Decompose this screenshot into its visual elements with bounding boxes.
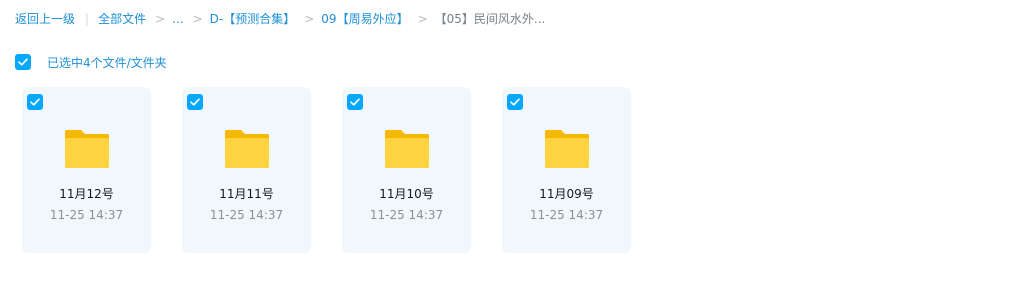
- breadcrumb: 返回上一级 | 全部文件 > ... > D-【预测合集】 > 09【周易外应】…: [15, 10, 545, 28]
- folder-modified-time: 11-25 14:37: [529, 208, 604, 222]
- file-browser: 返回上一级 | 全部文件 > ... > D-【预测合集】 > 09【周易外应】…: [0, 0, 1021, 294]
- selection-bar: 已选中4个文件/文件夹: [15, 53, 167, 71]
- chevron-right-icon: >: [192, 12, 203, 26]
- folder-icon: [225, 130, 269, 168]
- folder-icon: [65, 130, 109, 168]
- check-icon: [18, 58, 28, 66]
- folder-modified-time: 11-25 14:37: [209, 208, 284, 222]
- folder-card[interactable]: 11月10号 11-25 14:37: [342, 87, 471, 253]
- breadcrumb-item-all-files[interactable]: 全部文件: [98, 10, 146, 28]
- chevron-right-icon: >: [304, 12, 315, 26]
- check-icon: [30, 98, 40, 106]
- selection-count-label: 已选中4个文件/文件夹: [47, 55, 167, 70]
- breadcrumb-item-d-collection[interactable]: D-【预测合集】: [210, 10, 296, 28]
- breadcrumb-divider: |: [85, 12, 90, 26]
- breadcrumb-item-09[interactable]: 09【周易外应】: [321, 10, 408, 28]
- chevron-right-icon: >: [417, 12, 428, 26]
- folder-name[interactable]: 11月12号: [22, 186, 151, 202]
- chevron-right-icon: >: [155, 12, 166, 26]
- folder-checkbox[interactable]: [187, 94, 203, 110]
- folder-checkbox[interactable]: [347, 94, 363, 110]
- file-grid: 11月12号 11-25 14:37 11月11号 11-25 14:37 11…: [22, 87, 662, 253]
- folder-icon: [385, 130, 429, 168]
- folder-name[interactable]: 11月09号: [502, 186, 631, 202]
- folder-checkbox[interactable]: [27, 94, 43, 110]
- folder-card[interactable]: 11月12号 11-25 14:37: [22, 87, 151, 253]
- folder-checkbox[interactable]: [507, 94, 523, 110]
- folder-card[interactable]: 11月11号 11-25 14:37: [182, 87, 311, 253]
- select-all-checkbox[interactable]: [15, 54, 31, 70]
- folder-name[interactable]: 11月10号: [342, 186, 471, 202]
- check-icon: [510, 98, 520, 106]
- back-link[interactable]: 返回上一级: [15, 10, 75, 28]
- breadcrumb-item-ellipsis[interactable]: ...: [172, 10, 183, 28]
- folder-name[interactable]: 11月11号: [182, 186, 311, 202]
- check-icon: [190, 98, 200, 106]
- check-icon: [350, 98, 360, 106]
- folder-icon: [545, 130, 589, 168]
- folder-card[interactable]: 11月09号 11-25 14:37: [502, 87, 631, 253]
- folder-modified-time: 11-25 14:37: [369, 208, 444, 222]
- folder-modified-time: 11-25 14:37: [49, 208, 124, 222]
- breadcrumb-current: 【05】民间风水外...: [434, 12, 546, 26]
